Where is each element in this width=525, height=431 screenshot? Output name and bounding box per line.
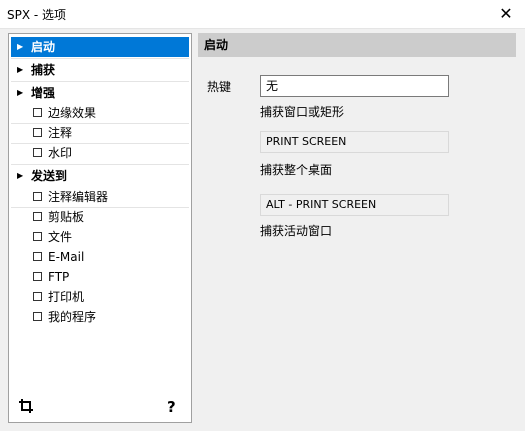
sidebar-item-edge-effect[interactable]: 边缘效果 [11, 103, 189, 123]
checkbox[interactable] [33, 292, 42, 301]
checkbox[interactable] [33, 108, 42, 117]
title-bar: SPX - 选项 ✕ [0, 0, 525, 29]
sidebar-item-annotation-editor[interactable]: 注释编辑器 [11, 187, 189, 207]
checkbox[interactable] [33, 312, 42, 321]
checkbox[interactable] [33, 192, 42, 201]
checkbox[interactable] [33, 128, 42, 137]
checkbox[interactable] [33, 148, 42, 157]
hotkey-field-desktop[interactable]: PRINT SCREEN [260, 131, 449, 153]
caret-right-icon: ▶ [17, 42, 24, 51]
sidebar-item-capture[interactable]: ▶ 捕获 [11, 60, 189, 80]
hotkey-description: 捕获窗口或矩形 [260, 105, 345, 119]
sidebar-item-file[interactable]: 文件 [11, 227, 189, 247]
checkbox[interactable] [33, 232, 42, 241]
sidebar-item-annotation[interactable]: 注释 [11, 123, 189, 143]
sidebar-item-watermark[interactable]: 水印 [11, 143, 189, 163]
hotkey-field-window[interactable]: 无 [260, 75, 449, 97]
hotkey-description: 捕获整个桌面 [260, 163, 333, 177]
caret-right-icon: ▶ [17, 65, 24, 74]
sidebar-item-clipboard[interactable]: 剪贴板 [11, 207, 189, 227]
checkbox[interactable] [33, 272, 42, 281]
caret-right-icon: ▶ [17, 88, 24, 97]
sidebar-item-enhance[interactable]: ▶ 增强 [11, 83, 189, 103]
panel-title: 启动 [198, 33, 516, 57]
sidebar-item-ftp[interactable]: FTP [11, 267, 189, 287]
sidebar-item-send-to[interactable]: ▶ 发送到 [11, 166, 189, 186]
help-icon[interactable]: ? [167, 398, 176, 416]
sidebar-item-email[interactable]: E-Mail [11, 247, 189, 267]
window-title: SPX - 选项 [7, 8, 67, 22]
caret-right-icon: ▶ [17, 171, 24, 180]
hotkey-description: 捕获活动窗口 [260, 224, 333, 238]
hotkey-label: 热键 [207, 80, 232, 94]
crop-icon[interactable] [18, 398, 34, 418]
sidebar-item-startup[interactable]: ▶ 启动 [11, 37, 189, 57]
hotkey-field-active-window[interactable]: ALT - PRINT SCREEN [260, 194, 449, 216]
crop-icon-svg [19, 399, 33, 413]
checkbox[interactable] [33, 212, 42, 221]
close-icon[interactable]: ✕ [495, 3, 517, 25]
checkbox[interactable] [33, 252, 42, 261]
sidebar-item-printer[interactable]: 打印机 [11, 287, 189, 307]
sidebar-item-my-program[interactable]: 我的程序 [11, 307, 189, 327]
sidebar: ▶ 启动 ▶ 捕获 ▶ 增强 边缘效果 注释 水印 ▶ 发送到 注释编辑器 剪贴… [8, 33, 192, 423]
